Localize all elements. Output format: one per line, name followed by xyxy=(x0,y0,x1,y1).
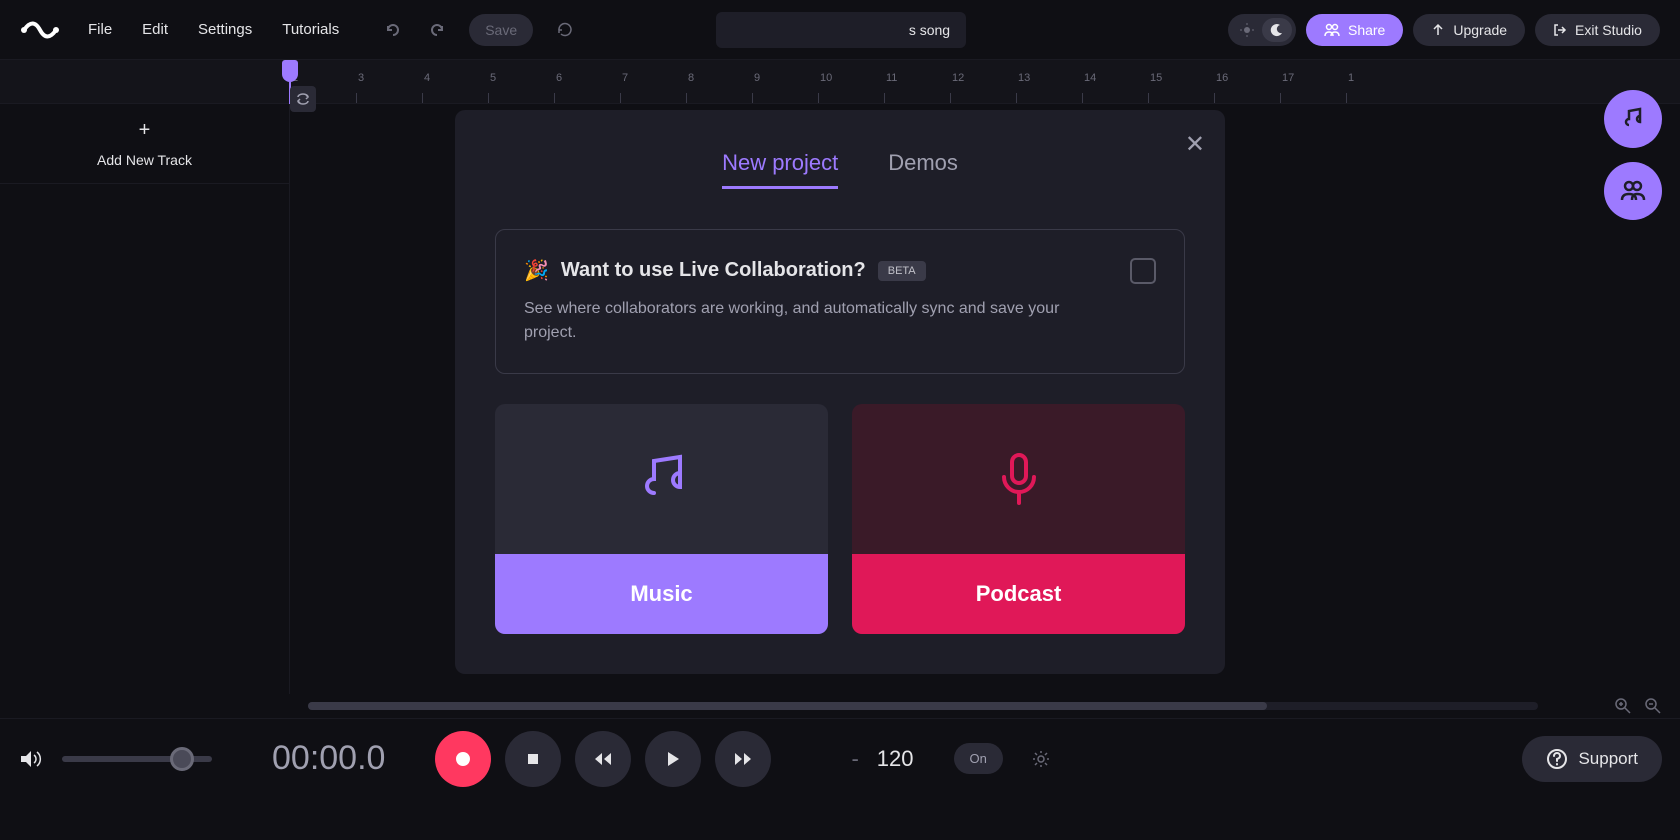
exit-studio-button[interactable]: Exit Studio xyxy=(1535,14,1660,46)
app-logo[interactable] xyxy=(20,10,60,50)
close-icon[interactable]: ✕ xyxy=(1185,130,1205,159)
moon-icon xyxy=(1262,18,1292,42)
people-icon xyxy=(1324,22,1340,38)
ruler-mark: 16 xyxy=(1214,60,1280,103)
microphone-icon xyxy=(852,404,1185,554)
podcast-project-card[interactable]: Podcast xyxy=(852,404,1185,634)
volume-thumb[interactable] xyxy=(170,747,194,771)
share-button[interactable]: Share xyxy=(1306,14,1403,46)
forward-button[interactable] xyxy=(715,731,771,787)
metronome-settings-icon[interactable] xyxy=(1031,749,1051,769)
podcast-card-label: Podcast xyxy=(852,554,1185,634)
upgrade-button[interactable]: Upgrade xyxy=(1413,14,1525,46)
collab-description: See where collaborators are working, and… xyxy=(524,297,1110,345)
horizontal-scrollbar[interactable] xyxy=(308,702,1538,710)
support-button[interactable]: Support xyxy=(1522,736,1662,782)
ruler-mark: 4 xyxy=(422,60,488,103)
new-project-modal: ✕ New project Demos 🎉 Want to use Live C… xyxy=(455,110,1225,674)
play-button[interactable] xyxy=(645,731,701,787)
theme-toggle[interactable] xyxy=(1228,14,1296,46)
support-label: Support xyxy=(1578,749,1638,769)
ruler-mark: 14 xyxy=(1082,60,1148,103)
tab-demos[interactable]: Demos xyxy=(888,150,958,189)
stop-button[interactable] xyxy=(505,731,561,787)
music-note-icon xyxy=(1620,106,1646,132)
refresh-icon[interactable] xyxy=(549,14,581,46)
ruler-mark: 3 xyxy=(356,60,422,103)
ruler-mark: 15 xyxy=(1148,60,1214,103)
rewind-button[interactable] xyxy=(575,731,631,787)
timecode-display: 00:00.0 xyxy=(272,739,385,778)
collaborators-button[interactable] xyxy=(1604,162,1662,220)
record-button[interactable] xyxy=(435,731,491,787)
ruler-mark: 9 xyxy=(752,60,818,103)
timeline-ruler[interactable]: 2345678910111213141516171 xyxy=(0,60,1680,104)
undo-icon[interactable] xyxy=(377,14,409,46)
collab-checkbox[interactable] xyxy=(1130,258,1156,284)
zoom-in-icon[interactable] xyxy=(1614,697,1632,715)
help-icon xyxy=(1546,748,1568,770)
library-button[interactable] xyxy=(1604,90,1662,148)
ruler-mark: 10 xyxy=(818,60,884,103)
music-project-card[interactable]: Music xyxy=(495,404,828,634)
ruler-mark: 11 xyxy=(884,60,950,103)
music-note-icon xyxy=(495,404,828,554)
menu-file[interactable]: File xyxy=(88,21,112,38)
menu-tutorials[interactable]: Tutorials xyxy=(282,21,339,38)
collab-title-text: Want to use Live Collaboration? xyxy=(561,259,866,282)
arrow-up-icon xyxy=(1431,23,1445,37)
tempo-value[interactable]: 120 xyxy=(877,746,914,772)
sun-icon xyxy=(1232,18,1262,42)
ruler-mark: 1 xyxy=(1346,60,1412,103)
metronome-label: On xyxy=(970,751,987,766)
volume-slider[interactable] xyxy=(62,756,212,762)
loop-marker-icon[interactable] xyxy=(290,86,316,112)
party-emoji-icon: 🎉 xyxy=(524,258,549,283)
zoom-out-icon[interactable] xyxy=(1644,697,1662,715)
upgrade-label: Upgrade xyxy=(1453,22,1507,38)
exit-label: Exit Studio xyxy=(1575,22,1642,38)
music-card-label: Music xyxy=(495,554,828,634)
ruler-mark: 13 xyxy=(1016,60,1082,103)
tempo-minus-button[interactable]: - xyxy=(851,746,858,772)
tab-new-project[interactable]: New project xyxy=(722,150,838,189)
metronome-toggle[interactable]: On xyxy=(954,743,1003,774)
plus-icon: + xyxy=(139,119,151,142)
add-track-button[interactable]: + Add New Track xyxy=(0,104,289,184)
save-button[interactable]: Save xyxy=(469,14,533,46)
collaboration-banner: 🎉 Want to use Live Collaboration? BETA S… xyxy=(495,229,1185,374)
project-title-input[interactable] xyxy=(716,12,966,48)
add-track-label: Add New Track xyxy=(97,152,192,168)
beta-badge: BETA xyxy=(878,261,926,281)
ruler-mark: 5 xyxy=(488,60,554,103)
volume-icon[interactable] xyxy=(18,747,42,771)
scrollbar-thumb[interactable] xyxy=(308,702,1267,710)
exit-icon xyxy=(1553,23,1567,37)
redo-icon[interactable] xyxy=(421,14,453,46)
ruler-mark: 12 xyxy=(950,60,1016,103)
people-icon xyxy=(1620,178,1646,204)
ruler-mark: 7 xyxy=(620,60,686,103)
ruler-mark: 8 xyxy=(686,60,752,103)
ruler-mark: 6 xyxy=(554,60,620,103)
menu-edit[interactable]: Edit xyxy=(142,21,168,38)
ruler-mark: 17 xyxy=(1280,60,1346,103)
menu-settings[interactable]: Settings xyxy=(198,21,252,38)
share-label: Share xyxy=(1348,22,1385,38)
